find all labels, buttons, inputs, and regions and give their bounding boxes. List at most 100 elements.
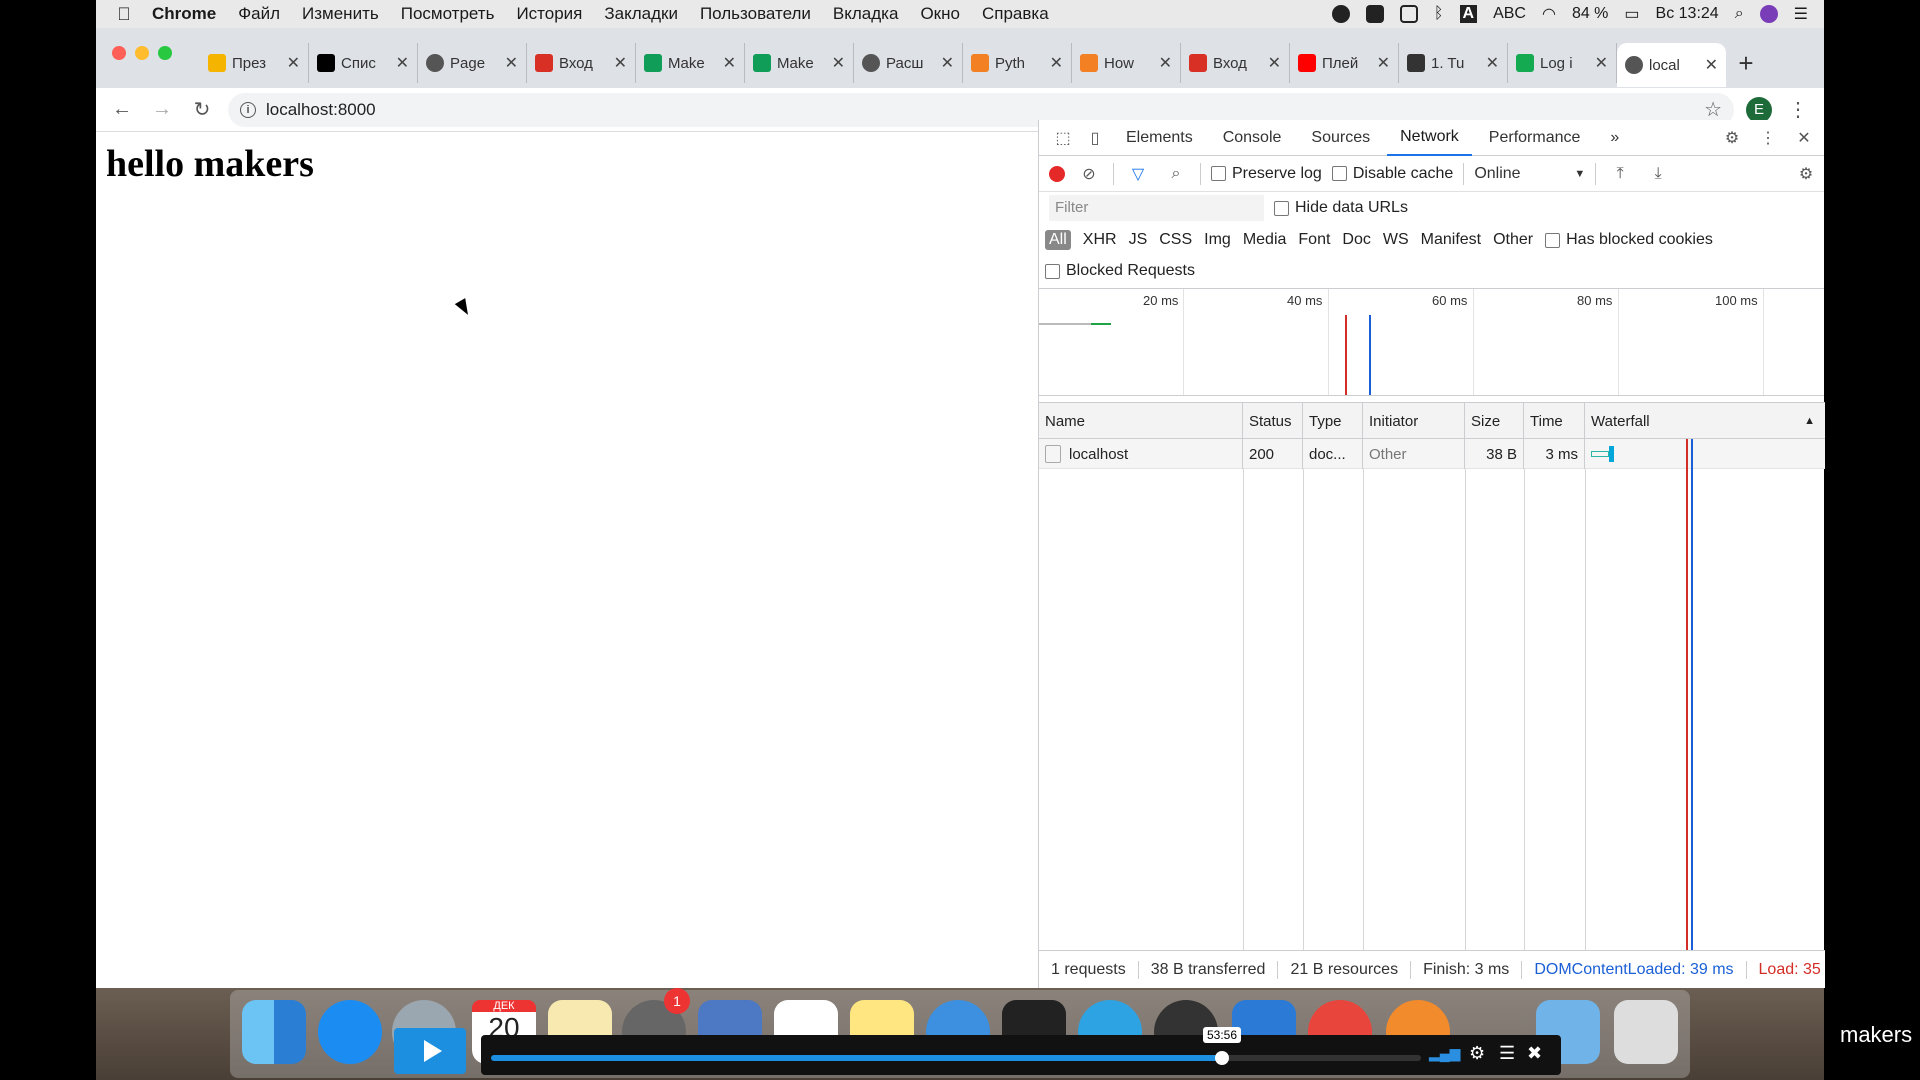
col-status[interactable]: Status bbox=[1243, 403, 1303, 439]
settings-gear-icon[interactable]: ⚙ bbox=[1469, 1043, 1485, 1064]
tab-6[interactable]: Расш ✕ bbox=[854, 43, 963, 83]
col-waterfall[interactable]: Waterfall ▲ bbox=[1585, 403, 1825, 439]
has-blocked-cookies-checkbox[interactable]: Has blocked cookies bbox=[1545, 231, 1713, 249]
type-filter-ws[interactable]: WS bbox=[1383, 231, 1409, 249]
menu-tab[interactable]: Вкладка bbox=[833, 4, 899, 24]
tab-2[interactable]: Page ✕ bbox=[418, 43, 527, 83]
tab-1[interactable]: Спис ✕ bbox=[309, 43, 418, 83]
progress-remaining[interactable] bbox=[1221, 1055, 1421, 1061]
clear-icon[interactable]: ⊘ bbox=[1075, 160, 1103, 188]
docker-icon[interactable] bbox=[1365, 5, 1384, 23]
info-icon[interactable]: i bbox=[240, 101, 256, 118]
close-window-button[interactable] bbox=[112, 46, 126, 60]
tab-12[interactable]: Log i ✕ bbox=[1508, 43, 1617, 83]
type-filter-font[interactable]: Font bbox=[1298, 231, 1330, 249]
battery-icon[interactable]: ▭ bbox=[1624, 4, 1639, 24]
tab-9[interactable]: Вход ✕ bbox=[1181, 43, 1290, 83]
hide-data-urls-checkbox[interactable]: Hide data URLs bbox=[1274, 199, 1408, 217]
tab-5[interactable]: Make ✕ bbox=[745, 43, 854, 83]
tab-13[interactable]: local ✕ bbox=[1617, 43, 1726, 87]
close-tab-icon[interactable]: ✕ bbox=[1050, 53, 1063, 73]
close-tab-icon[interactable]: ✕ bbox=[396, 53, 409, 73]
volume-icon[interactable]: ▂▄▆ bbox=[1429, 1045, 1460, 1062]
notification-center-icon[interactable]: ☰ bbox=[1794, 4, 1808, 24]
tab-4[interactable]: Make ✕ bbox=[636, 43, 745, 83]
tab-sources[interactable]: Sources bbox=[1298, 120, 1383, 156]
new-tab-button[interactable]: + bbox=[1726, 43, 1766, 83]
close-tab-icon[interactable]: ✕ bbox=[1159, 53, 1172, 73]
type-filter-css[interactable]: CSS bbox=[1159, 231, 1192, 249]
inspect-element-icon[interactable]: ⬚ bbox=[1049, 124, 1077, 152]
device-toolbar-icon[interactable]: ▯ bbox=[1081, 124, 1109, 152]
record-icon[interactable] bbox=[1331, 5, 1350, 23]
type-filter-other[interactable]: Other bbox=[1493, 231, 1533, 249]
progress-scrubber[interactable] bbox=[1215, 1051, 1229, 1065]
request-name[interactable]: localhost bbox=[1069, 446, 1128, 463]
blocked-requests-checkbox[interactable]: Blocked Requests bbox=[1045, 262, 1195, 280]
bookmark-star-icon[interactable]: ☆ bbox=[1704, 97, 1722, 122]
type-filter-media[interactable]: Media bbox=[1243, 231, 1287, 249]
menu-view[interactable]: Посмотреть bbox=[401, 4, 495, 24]
menu-people[interactable]: Пользователи bbox=[700, 4, 811, 24]
input-source-icon[interactable]: A bbox=[1459, 5, 1478, 23]
clock[interactable]: Вс 13:24 bbox=[1656, 5, 1719, 23]
apple-icon[interactable]:  bbox=[96, 4, 152, 25]
network-overview-timeline[interactable]: 20 ms 40 ms 60 ms 80 ms 100 ms bbox=[1039, 288, 1824, 396]
import-har-icon[interactable]: ⤒ bbox=[1606, 160, 1634, 188]
tab-3[interactable]: Вход ✕ bbox=[527, 43, 636, 83]
close-tab-icon[interactable]: ✕ bbox=[1595, 53, 1608, 73]
spotlight-icon[interactable]: ⌕ bbox=[1735, 5, 1744, 23]
preserve-log-checkbox[interactable]: Preserve log bbox=[1211, 165, 1322, 183]
record-button[interactable] bbox=[1049, 165, 1065, 182]
minimize-window-button[interactable] bbox=[135, 46, 149, 60]
table-row[interactable]: localhost 200 doc... Other 38 B 3 ms bbox=[1039, 439, 1825, 469]
profile-avatar[interactable]: E bbox=[1746, 96, 1772, 123]
tab-10[interactable]: Плей ✕ bbox=[1290, 43, 1399, 83]
settings-gear-icon[interactable]: ⚙ bbox=[1718, 124, 1746, 152]
close-tab-icon[interactable]: ✕ bbox=[287, 53, 300, 73]
more-tabs-button[interactable]: » bbox=[1597, 120, 1632, 156]
disable-cache-checkbox[interactable]: Disable cache bbox=[1331, 165, 1453, 183]
menu-bookmarks[interactable]: Закладки bbox=[604, 4, 678, 24]
close-tab-icon[interactable]: ✕ bbox=[1268, 53, 1281, 73]
col-name[interactable]: Name bbox=[1039, 403, 1243, 439]
play-button[interactable] bbox=[394, 1028, 466, 1074]
close-tab-icon[interactable]: ✕ bbox=[832, 53, 845, 73]
type-filter-js[interactable]: JS bbox=[1129, 231, 1148, 249]
close-tab-icon[interactable]: ✕ bbox=[1705, 55, 1718, 75]
close-tab-icon[interactable]: ✕ bbox=[1486, 53, 1499, 73]
bluetooth-icon[interactable]: ᛒ bbox=[1434, 5, 1444, 23]
zoom-window-button[interactable] bbox=[158, 46, 172, 60]
menu-file[interactable]: Файл bbox=[238, 4, 280, 24]
type-filter-all[interactable]: All bbox=[1045, 230, 1071, 250]
back-button[interactable]: ← bbox=[108, 96, 136, 124]
col-time[interactable]: Time bbox=[1524, 403, 1585, 439]
menu-history[interactable]: История bbox=[516, 4, 582, 24]
type-filter-manifest[interactable]: Manifest bbox=[1421, 231, 1481, 249]
menu-app-name[interactable]: Chrome bbox=[152, 4, 216, 24]
menu-help[interactable]: Справка bbox=[982, 4, 1049, 24]
tab-elements[interactable]: Elements bbox=[1113, 120, 1206, 156]
close-tab-icon[interactable]: ✕ bbox=[941, 53, 954, 73]
tab-network[interactable]: Network bbox=[1387, 120, 1472, 156]
col-initiator[interactable]: Initiator bbox=[1363, 403, 1465, 439]
tab-console[interactable]: Console bbox=[1210, 120, 1295, 156]
network-settings-icon[interactable]: ⚙ bbox=[1792, 160, 1820, 188]
screen-icon[interactable] bbox=[1399, 5, 1418, 23]
tab-0[interactable]: През ✕ bbox=[200, 43, 309, 83]
close-tab-icon[interactable]: ✕ bbox=[1377, 53, 1390, 73]
devtools-menu-icon[interactable]: ⋮ bbox=[1754, 124, 1782, 152]
type-filter-doc[interactable]: Doc bbox=[1342, 231, 1370, 249]
fullscreen-icon[interactable]: ✖ bbox=[1527, 1043, 1542, 1064]
throttle-select[interactable]: Online bbox=[1474, 165, 1564, 183]
trash-icon[interactable] bbox=[1614, 1000, 1678, 1064]
menu-window[interactable]: Окно bbox=[920, 4, 960, 24]
col-type[interactable]: Type bbox=[1303, 403, 1363, 439]
battery-label[interactable]: 84 % bbox=[1572, 5, 1608, 23]
filter-input[interactable]: Filter bbox=[1049, 195, 1264, 221]
menu-edit[interactable]: Изменить bbox=[302, 4, 379, 24]
tab-7[interactable]: Pyth ✕ bbox=[963, 43, 1072, 83]
app-store-icon[interactable] bbox=[318, 1000, 382, 1064]
search-icon[interactable]: ⌕ bbox=[1162, 160, 1190, 188]
progress-played[interactable] bbox=[491, 1055, 1221, 1061]
